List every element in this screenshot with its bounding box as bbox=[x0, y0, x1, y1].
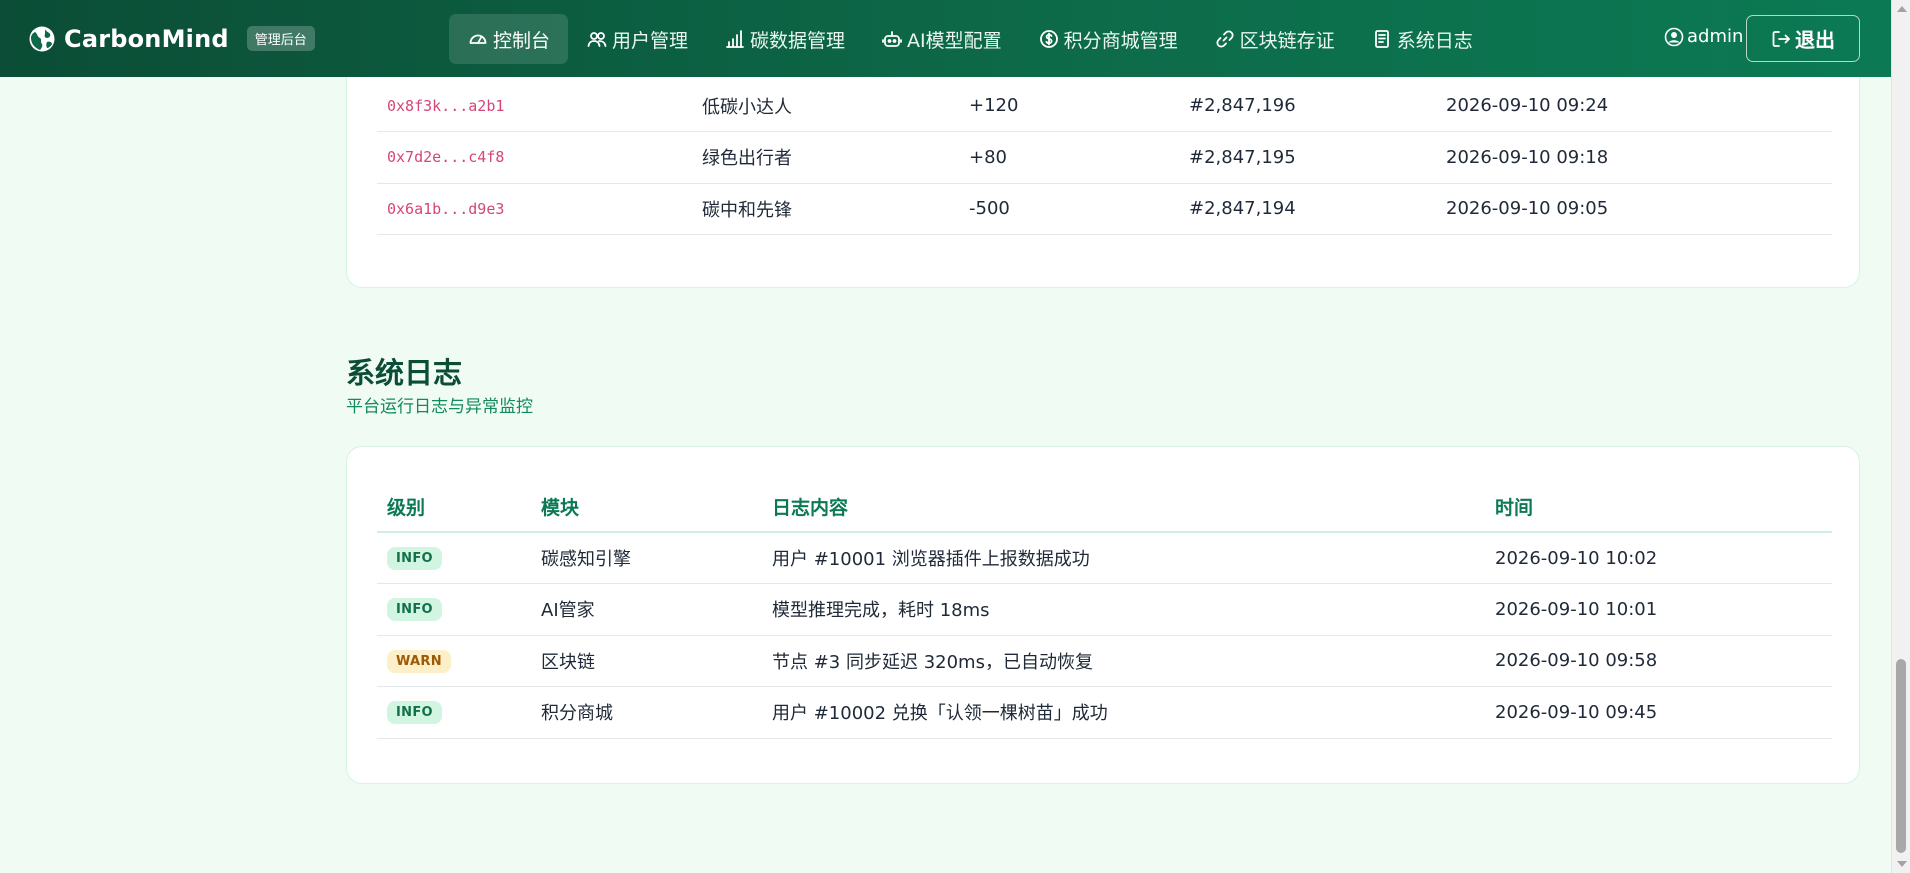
scrollbar-thumb[interactable] bbox=[1896, 659, 1906, 853]
log-module: 区块链 bbox=[541, 635, 772, 687]
brand[interactable]: CarbonMind 管理后台 bbox=[28, 25, 315, 53]
block-number: #2,847,195 bbox=[1189, 131, 1446, 184]
user-avatar-icon bbox=[1664, 27, 1684, 46]
block-number: #2,847,194 bbox=[1189, 183, 1446, 235]
record-time: 2026-09-10 09:24 bbox=[1446, 80, 1832, 132]
points-change: -500 bbox=[969, 183, 1189, 235]
nav-label: 碳数据管理 bbox=[750, 29, 846, 52]
user-name: 低碳小达人 bbox=[702, 80, 969, 132]
log-time: 2026-09-10 09:45 bbox=[1495, 686, 1832, 739]
users-icon bbox=[587, 29, 607, 49]
table-row: INFO 积分商城 用户 #10002 兑换「认领一棵树苗」成功 2026-09… bbox=[377, 686, 1832, 739]
link-icon bbox=[1215, 29, 1235, 49]
logout-label: 退出 bbox=[1795, 28, 1835, 52]
log-content: 模型推理完成，耗时 18ms bbox=[772, 583, 1495, 636]
nav-item-dashboard[interactable]: 控制台 bbox=[449, 14, 569, 64]
column-header-time: 时间 bbox=[1495, 477, 1832, 533]
tx-hash[interactable]: 0x8f3k...a2b1 bbox=[377, 80, 702, 132]
blockchain-records-table: 0x8f3k...a2b1 低碳小达人 +120 #2,847,196 2026… bbox=[377, 80, 1832, 235]
table-row: 0x8f3k...a2b1 低碳小达人 +120 #2,847,196 2026… bbox=[377, 80, 1832, 132]
dashboard-icon bbox=[468, 29, 488, 49]
table-row: 0x6a1b...d9e3 碳中和先锋 -500 #2,847,194 2026… bbox=[377, 183, 1832, 235]
column-header-content: 日志内容 bbox=[772, 477, 1495, 533]
table-row: WARN 区块链 节点 #3 同步延迟 320ms，已自动恢复 2026-09-… bbox=[377, 635, 1832, 687]
bar-chart-icon bbox=[725, 29, 745, 49]
level-badge: INFO bbox=[387, 547, 442, 570]
nav-item-points-mall[interactable]: 积分商城管理 bbox=[1020, 14, 1196, 64]
page-scrollbar[interactable] bbox=[1891, 0, 1910, 873]
table-row: 0x7d2e...c4f8 绿色出行者 +80 #2,847,195 2026-… bbox=[377, 131, 1832, 184]
nav-item-users[interactable]: 用户管理 bbox=[568, 14, 706, 64]
logout-button[interactable]: 退出 bbox=[1746, 15, 1860, 62]
top-navbar: CarbonMind 管理后台 控制台 用户管理 碳数据管理 AI模型配置 积分… bbox=[0, 0, 1891, 77]
nav-label: 用户管理 bbox=[612, 29, 689, 52]
admin-badge: 管理后台 bbox=[246, 26, 315, 51]
log-module: AI管家 bbox=[541, 583, 772, 636]
block-number: #2,847,196 bbox=[1189, 80, 1446, 132]
nav-label: 控制台 bbox=[493, 29, 551, 52]
points-change: +80 bbox=[969, 131, 1189, 184]
nav-label: 区块链存证 bbox=[1239, 29, 1335, 52]
document-icon bbox=[1372, 29, 1392, 49]
system-logs-card: 级别 模块 日志内容 时间 INFO 碳感知引擎 用户 #10001 浏览器插件… bbox=[346, 446, 1860, 784]
user-menu[interactable]: admin bbox=[1664, 26, 1743, 47]
log-module: 积分商城 bbox=[541, 686, 772, 739]
robot-icon bbox=[882, 29, 902, 49]
log-time: 2026-09-10 10:01 bbox=[1495, 583, 1832, 636]
section-subtitle: 平台运行日志与异常监控 bbox=[346, 397, 533, 417]
logout-icon bbox=[1772, 30, 1790, 47]
log-content: 用户 #10001 浏览器插件上报数据成功 bbox=[772, 532, 1495, 584]
points-change: +120 bbox=[969, 80, 1189, 132]
brand-name: CarbonMind bbox=[64, 24, 229, 53]
tx-hash[interactable]: 0x7d2e...c4f8 bbox=[377, 131, 702, 184]
level-badge: INFO bbox=[387, 701, 442, 725]
tx-hash[interactable]: 0x6a1b...d9e3 bbox=[377, 183, 702, 235]
table-row: INFO 碳感知引擎 用户 #10001 浏览器插件上报数据成功 2026-09… bbox=[377, 532, 1832, 584]
level-badge: INFO bbox=[387, 598, 442, 622]
level-badge: WARN bbox=[387, 649, 451, 673]
section-title-system-logs: 系统日志 bbox=[346, 356, 463, 390]
scroll-up-arrow-icon[interactable] bbox=[1897, 6, 1907, 12]
table-row: INFO AI管家 模型推理完成，耗时 18ms 2026-09-10 10:0… bbox=[377, 583, 1832, 636]
table-header-row: 级别 模块 日志内容 时间 bbox=[377, 477, 1832, 533]
nav-label: 系统日志 bbox=[1396, 29, 1473, 52]
user-name: 碳中和先锋 bbox=[702, 183, 969, 235]
user-name: 绿色出行者 bbox=[702, 131, 969, 184]
log-module: 碳感知引擎 bbox=[541, 532, 772, 584]
log-time: 2026-09-10 10:02 bbox=[1495, 532, 1832, 584]
username: admin bbox=[1687, 26, 1744, 47]
coin-icon bbox=[1039, 29, 1059, 49]
log-content: 节点 #3 同步延迟 320ms，已自动恢复 bbox=[772, 635, 1495, 687]
nav-label: AI模型配置 bbox=[907, 29, 1002, 52]
log-content: 用户 #10002 兑换「认领一棵树苗」成功 bbox=[772, 686, 1495, 739]
system-logs-table: 级别 模块 日志内容 时间 INFO 碳感知引擎 用户 #10001 浏览器插件… bbox=[377, 477, 1832, 739]
column-header-module: 模块 bbox=[541, 477, 772, 533]
record-time: 2026-09-10 09:18 bbox=[1446, 131, 1832, 184]
log-time: 2026-09-10 09:58 bbox=[1495, 635, 1832, 687]
main-nav: 控制台 用户管理 碳数据管理 AI模型配置 积分商城管理 区块链存证 系统日志 bbox=[449, 14, 1491, 64]
scroll-down-arrow-icon[interactable] bbox=[1897, 861, 1907, 867]
nav-item-carbon-data[interactable]: 碳数据管理 bbox=[706, 14, 863, 64]
nav-label: 积分商城管理 bbox=[1063, 29, 1178, 52]
record-time: 2026-09-10 09:05 bbox=[1446, 183, 1832, 235]
nav-item-blockchain[interactable]: 区块链存证 bbox=[1196, 14, 1353, 64]
globe-logo-icon bbox=[29, 26, 55, 51]
nav-item-ai-model[interactable]: AI模型配置 bbox=[863, 14, 1020, 64]
nav-item-system-logs[interactable]: 系统日志 bbox=[1353, 14, 1491, 64]
column-header-level: 级别 bbox=[377, 477, 541, 533]
